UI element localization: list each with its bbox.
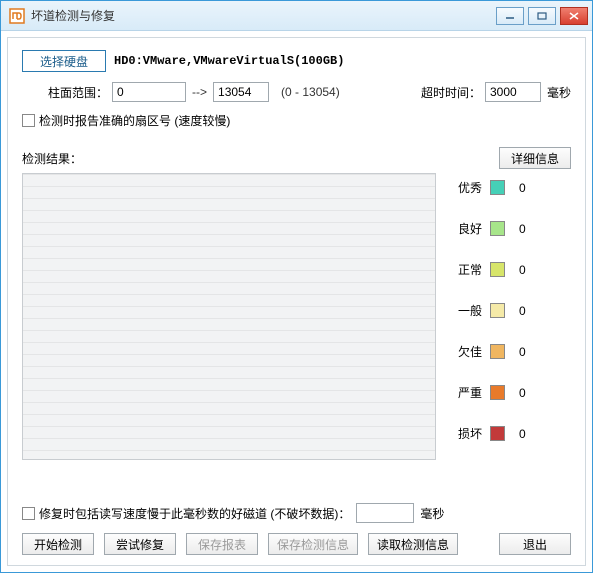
- legend-count: 0: [519, 181, 531, 195]
- legend-label: 正常: [450, 261, 482, 278]
- legend-label: 严重: [450, 384, 482, 401]
- save-report-button[interactable]: 保存报表: [186, 533, 258, 555]
- accurate-sector-label: 检测时报告准确的扇区号 (速度较慢): [39, 112, 230, 129]
- button-row: 开始检测 尝试修复 保存报表 保存检测信息 读取检测信息 退出: [22, 533, 571, 555]
- bottom-section: 修复时包括读写速度慢于此毫秒数的好磁道 (不破坏数据)： 毫秒 开始检测 尝试修…: [22, 503, 571, 555]
- close-button[interactable]: [560, 7, 588, 25]
- legend-item-damaged: 损坏 0: [450, 425, 571, 442]
- results-label: 检测结果：: [22, 150, 499, 167]
- legend-count: 0: [519, 345, 531, 359]
- legend-count: 0: [519, 263, 531, 277]
- cylinder-hint: (0 - 13054): [281, 85, 340, 99]
- legend-label: 良好: [450, 220, 482, 237]
- legend-label: 一般: [450, 302, 482, 319]
- legend-swatch: [490, 180, 505, 195]
- cylinder-range-label: 柱面范围：: [48, 84, 108, 101]
- legend-count: 0: [519, 222, 531, 236]
- legend-swatch: [490, 426, 505, 441]
- legend-label: 优秀: [450, 179, 482, 196]
- results-header-row: 检测结果： 详细信息: [22, 147, 571, 169]
- client-area: 选择硬盘 HD0:VMware,VMwareVirtualS(100GB) 柱面…: [7, 37, 586, 566]
- exit-button[interactable]: 退出: [499, 533, 571, 555]
- accurate-sector-checkbox[interactable]: [22, 114, 35, 127]
- legend-swatch: [490, 262, 505, 277]
- legend-item-good: 良好 0: [450, 220, 571, 237]
- legend: 优秀 0 良好 0 正常 0 一般 0: [450, 173, 571, 460]
- maximize-button[interactable]: [528, 7, 556, 25]
- read-detect-info-button[interactable]: 读取检测信息: [368, 533, 458, 555]
- detail-button[interactable]: 详细信息: [499, 147, 571, 169]
- window-frame: 坏道检测与修复 选择硬盘 HD0:VMware,VMwareVirtualS(1…: [0, 0, 593, 573]
- try-repair-button[interactable]: 尝试修复: [104, 533, 176, 555]
- timeout-label: 超时时间：: [421, 84, 481, 101]
- repair-slow-ms-input[interactable]: [356, 503, 414, 523]
- window-controls: [496, 7, 588, 25]
- range-row: 柱面范围： --> (0 - 13054) 超时时间： 毫秒: [22, 82, 571, 102]
- minimize-button[interactable]: [496, 7, 524, 25]
- legend-swatch: [490, 303, 505, 318]
- timeout-input[interactable]: [485, 82, 541, 102]
- legend-item-fair: 一般 0: [450, 302, 571, 319]
- legend-count: 0: [519, 386, 531, 400]
- legend-swatch: [490, 344, 505, 359]
- legend-label: 欠佳: [450, 343, 482, 360]
- legend-label: 损坏: [450, 425, 482, 442]
- cylinder-to-input[interactable]: [213, 82, 269, 102]
- legend-count: 0: [519, 304, 531, 318]
- legend-item-severe: 严重 0: [450, 384, 571, 401]
- arrow-separator: -->: [192, 85, 207, 99]
- legend-item-normal: 正常 0: [450, 261, 571, 278]
- legend-count: 0: [519, 427, 531, 441]
- disk-name-label: HD0:VMware,VMwareVirtualS(100GB): [114, 54, 571, 68]
- start-detect-button[interactable]: 开始检测: [22, 533, 94, 555]
- main-area: 优秀 0 良好 0 正常 0 一般 0: [22, 173, 571, 460]
- titlebar: 坏道检测与修复: [1, 1, 592, 31]
- sector-grid: [22, 173, 436, 460]
- repair-slow-checkbox[interactable]: [22, 507, 35, 520]
- cylinder-from-input[interactable]: [112, 82, 186, 102]
- legend-item-poor: 欠佳 0: [450, 343, 571, 360]
- timeout-unit: 毫秒: [547, 84, 571, 101]
- repair-slow-label: 修复时包括读写速度慢于此毫秒数的好磁道 (不破坏数据)：: [39, 505, 350, 522]
- accurate-option-row: 检测时报告准确的扇区号 (速度较慢): [22, 112, 571, 129]
- window-title: 坏道检测与修复: [31, 7, 496, 24]
- repair-option-row: 修复时包括读写速度慢于此毫秒数的好磁道 (不破坏数据)： 毫秒: [22, 503, 571, 523]
- disk-row: 选择硬盘 HD0:VMware,VMwareVirtualS(100GB): [22, 50, 571, 72]
- repair-slow-unit: 毫秒: [420, 505, 444, 522]
- app-icon: [9, 8, 25, 24]
- select-disk-button[interactable]: 选择硬盘: [22, 50, 106, 72]
- legend-swatch: [490, 385, 505, 400]
- legend-item-excellent: 优秀 0: [450, 179, 571, 196]
- save-detect-info-button[interactable]: 保存检测信息: [268, 533, 358, 555]
- legend-swatch: [490, 221, 505, 236]
